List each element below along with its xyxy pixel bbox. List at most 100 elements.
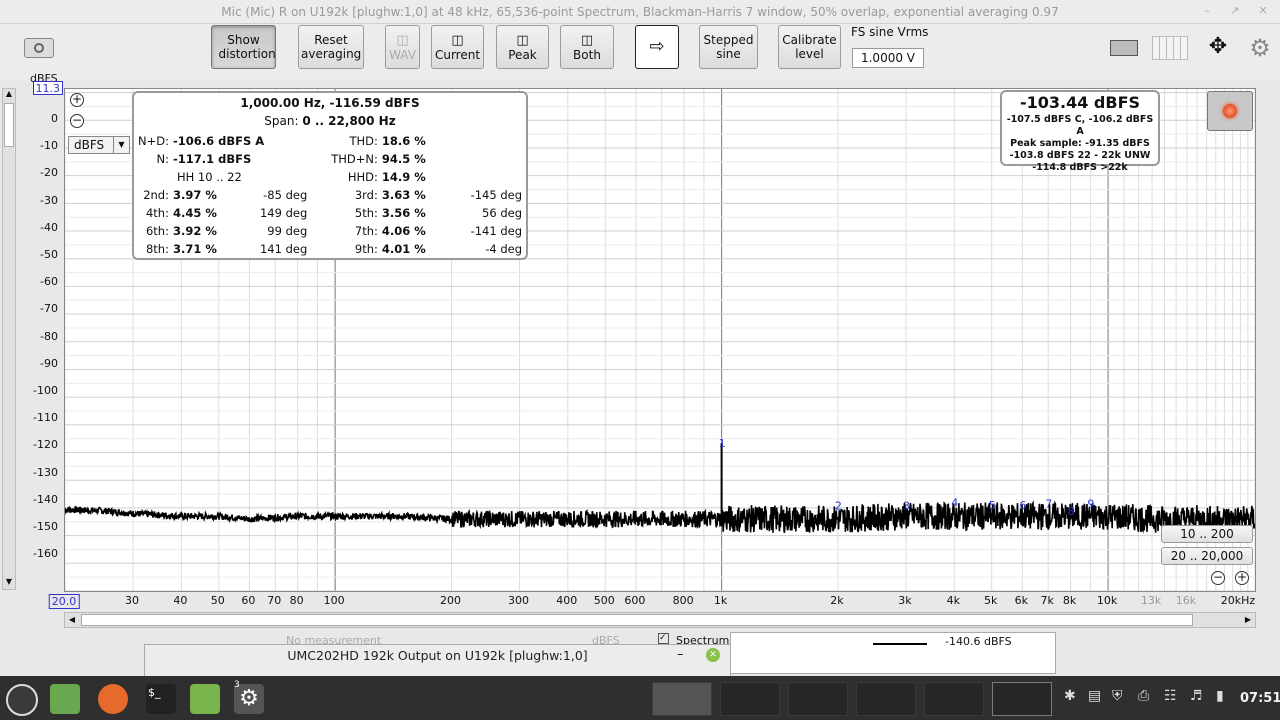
files-icon[interactable] bbox=[190, 684, 220, 714]
battery-icon[interactable]: ▮ bbox=[1216, 688, 1224, 704]
x-tick-label: 8k bbox=[1062, 594, 1077, 607]
scroll-left-icon[interactable]: ◀ bbox=[65, 613, 79, 627]
volume-icon[interactable]: ♬ bbox=[1190, 688, 1203, 704]
spectrum-checkbox[interactable]: ✓ bbox=[658, 633, 669, 644]
y-tick-label: -110 bbox=[33, 411, 58, 425]
clipboard-icon[interactable]: ▤ bbox=[1088, 688, 1101, 704]
y-tick-label: 0 bbox=[51, 112, 58, 125]
show-distortion-button[interactable]: Show distortion bbox=[211, 25, 276, 69]
workspace-thumb-1[interactable] bbox=[652, 682, 712, 716]
x-tick-label: 70 bbox=[267, 594, 282, 607]
fs-sine-input[interactable]: 1.0000 V bbox=[852, 48, 924, 68]
export-button[interactable]: ⇨ bbox=[635, 25, 679, 69]
rew-application-window: Mic (Mic) R on U192k [plughw:1,0] at 48 … bbox=[0, 0, 1280, 720]
workspace-thumb-4[interactable] bbox=[856, 682, 916, 716]
thdn-label: THD+N: bbox=[331, 152, 378, 166]
y-tick-label: -30 bbox=[40, 193, 58, 207]
horizontal-scrollbar[interactable]: ◀ ▶ bbox=[64, 612, 1256, 628]
harmonic-label: 6th: bbox=[145, 224, 169, 238]
terminal-icon[interactable]: $_ bbox=[146, 684, 176, 714]
workspace-thumb-3[interactable] bbox=[788, 682, 848, 716]
firefox-icon[interactable] bbox=[98, 684, 128, 714]
workspace-thumb-5[interactable] bbox=[924, 682, 984, 716]
wifi-icon[interactable]: ☷ bbox=[1164, 688, 1177, 704]
distortion-header: 1,000.00 Hz, -116.59 dBFS bbox=[240, 96, 420, 110]
y-unit-select-value: dBFS bbox=[74, 138, 105, 152]
distortion-table: N+D: -106.6 dBFS A THD: 18.6 % N: -117.1… bbox=[136, 132, 524, 258]
wav-button[interactable]: ◫ WAV bbox=[385, 25, 420, 69]
harmonic-marker: 3 bbox=[903, 499, 910, 512]
maximize-icon[interactable]: ↗ bbox=[1228, 4, 1242, 18]
workspace-thumb-2[interactable] bbox=[720, 682, 780, 716]
x-zoom-in-icon[interactable]: + bbox=[1235, 571, 1249, 585]
spectrum-plot[interactable]: 1 2 3 4 5 6 7 89 + − dBFS ▼ 1,000.00 Hz, -116.5… bbox=[64, 88, 1256, 592]
horizontal-scroll-thumb[interactable] bbox=[81, 614, 1193, 626]
harmonic-value: 4.01 % bbox=[381, 242, 426, 256]
harmonic-label: 7th: bbox=[354, 224, 378, 238]
x-zoom-out-icon[interactable]: − bbox=[1211, 571, 1225, 585]
move-arrows-icon[interactable]: ✥ bbox=[1200, 34, 1236, 62]
close-icon[interactable]: ✕ bbox=[706, 648, 720, 662]
peak-button[interactable]: ◫ Peak bbox=[496, 25, 549, 69]
shield-icon[interactable]: ⛨ bbox=[1112, 688, 1123, 704]
mint-menu-icon[interactable] bbox=[6, 684, 38, 716]
minimize-icon[interactable]: – bbox=[1200, 4, 1214, 18]
zoom-in-icon[interactable]: + bbox=[70, 93, 84, 107]
stepped-sine-button[interactable]: Stepped sine bbox=[699, 25, 758, 69]
harmonic-row: 6th: 3.92 % 99 deg 7th: 4.06 % -141 deg bbox=[136, 222, 524, 240]
harmonics-rows: 2nd: 3.97 % -85 deg 3rd: 3.63 % -145 deg 4th: 4… bbox=[136, 186, 524, 258]
harmonic-value: 4.06 % bbox=[381, 224, 426, 238]
scroll-right-icon[interactable]: ▶ bbox=[1241, 613, 1255, 627]
harmonic-row: 8th: 3.71 % 141 deg 9th: 4.01 % -4 deg bbox=[136, 240, 524, 258]
close-icon[interactable]: ✕ bbox=[1256, 4, 1270, 18]
harmonic-label: 4th: bbox=[145, 206, 169, 220]
minimize-icon[interactable]: – bbox=[677, 647, 684, 662]
printer-icon[interactable]: ⎙ bbox=[1138, 688, 1149, 704]
distortion-panel: 1,000.00 Hz, -116.59 dBFS Span: 0 .. 22,… bbox=[132, 91, 528, 260]
workspace-thumb-6[interactable] bbox=[992, 682, 1052, 716]
y-tick-label: -60 bbox=[40, 275, 58, 289]
calibrate-level-button[interactable]: Calibrate level bbox=[778, 25, 841, 69]
harmonic-marker: 7 bbox=[1045, 497, 1052, 510]
y-unit-select[interactable]: dBFS ▼ bbox=[68, 136, 130, 154]
graph-layout-icon[interactable] bbox=[1104, 36, 1140, 60]
scroll-down-icon[interactable]: ▼ bbox=[3, 577, 15, 589]
y-top-input[interactable]: 11.3 bbox=[33, 81, 63, 95]
vertical-scroll-thumb[interactable] bbox=[4, 103, 14, 147]
record-button[interactable] bbox=[1207, 91, 1253, 131]
show-desktop-icon[interactable] bbox=[50, 684, 80, 714]
range-20-20000-button[interactable]: 20 .. 20,000 bbox=[1161, 547, 1253, 565]
both-button[interactable]: ◫ Both bbox=[560, 25, 614, 69]
thd-label: THD: bbox=[349, 134, 378, 148]
x-tick-label: 3k bbox=[898, 594, 912, 607]
zoom-out-icon[interactable]: − bbox=[70, 114, 84, 128]
bluetooth-icon[interactable]: ✱ bbox=[1064, 688, 1076, 704]
y-tick-label: -80 bbox=[40, 329, 58, 343]
current-button[interactable]: ◫ Current bbox=[431, 25, 484, 69]
y-tick-label: -100 bbox=[33, 384, 58, 397]
y-tick-label: -90 bbox=[40, 356, 58, 370]
camera-icon[interactable] bbox=[24, 38, 54, 58]
scroll-up-icon[interactable]: ▲ bbox=[3, 89, 15, 101]
y-tick-label: -50 bbox=[40, 248, 58, 261]
harmonic-phase: -4 deg bbox=[485, 242, 522, 256]
harmonic-row: 4th: 4.45 % 149 deg 5th: 3.56 % 56 deg bbox=[136, 204, 524, 222]
x-tick-label: 60 bbox=[241, 594, 256, 607]
harmonic-phase: 149 deg bbox=[259, 206, 308, 220]
window-titlebar: Mic (Mic) R on U192k [plughw:1,0] at 48 … bbox=[0, 0, 1280, 24]
harmonic-phase: 141 deg bbox=[259, 242, 308, 256]
y-tick-label: -20 bbox=[40, 166, 58, 180]
x-tick-label: 4k bbox=[946, 594, 960, 607]
enter-icon: ⇨ bbox=[649, 36, 665, 57]
reset-averaging-button[interactable]: Reset averaging bbox=[298, 25, 364, 69]
settings-gear-icon[interactable]: ⚙ bbox=[1246, 34, 1274, 62]
harmonic-marker: 8 bbox=[1068, 505, 1075, 518]
harmonic-phase: 56 deg bbox=[482, 206, 522, 220]
generator-window[interactable]: UMC202HD 192k Output on U192k [plughw:1,… bbox=[144, 644, 731, 678]
x-tick-label[interactable]: 20.0 bbox=[48, 594, 80, 609]
chevron-down-icon[interactable]: ▼ bbox=[113, 137, 129, 153]
vertical-scrollbar[interactable]: ▲ ▼ bbox=[2, 88, 16, 590]
harmonic-value: 3.63 % bbox=[381, 188, 426, 202]
range-10-200-button[interactable]: 10 .. 200 bbox=[1161, 525, 1253, 543]
columns-icon[interactable] bbox=[1152, 36, 1188, 60]
